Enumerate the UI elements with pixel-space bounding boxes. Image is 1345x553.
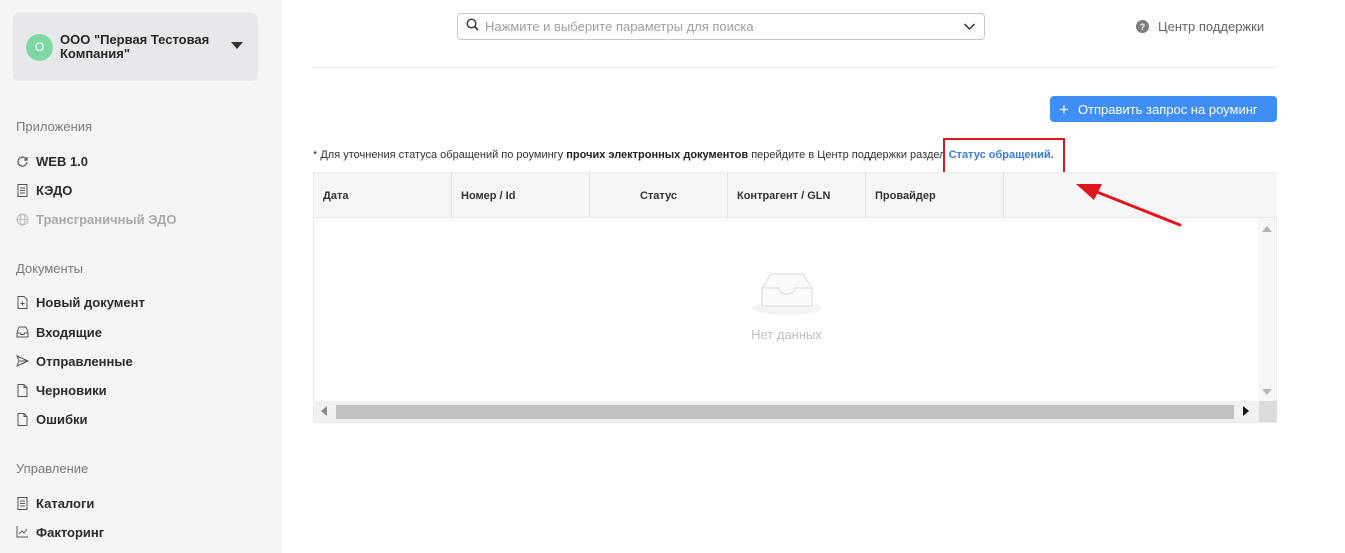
vertical-scrollbar[interactable] [1258, 218, 1276, 403]
section-title-apps: Приложения [16, 119, 93, 134]
caret-down-icon [231, 42, 243, 49]
empty-text: Нет данных [751, 327, 822, 342]
sidebar-item-label: Трансграничный ЭДО [36, 211, 177, 227]
section-title-management: Управление [16, 461, 89, 476]
note-prefix: * Для уточнения статуса обращений по роу… [313, 149, 567, 161]
annotation-arrow-icon [1076, 184, 1182, 227]
sidebar-item-kedo[interactable]: КЭДО [16, 181, 72, 199]
scroll-right-icon[interactable] [1243, 406, 1249, 416]
sidebar-item-drafts[interactable]: Черновики [16, 381, 107, 399]
new-document-icon [16, 295, 29, 309]
send-roaming-request-button[interactable]: + Отправить запрос на роуминг [1050, 96, 1277, 122]
document-list-icon [16, 183, 29, 197]
error-document-icon [16, 412, 29, 426]
sidebar: О ООО "Первая Тестовая Компания" Приложе… [0, 0, 282, 553]
sidebar-item-label: Ошибки [36, 411, 88, 427]
sidebar-item-label: Факторинг [36, 524, 105, 540]
sidebar-item-label: Черновики [36, 382, 107, 398]
help-icon: ? [1136, 20, 1149, 33]
sidebar-item-new-document[interactable]: Новый документ [16, 293, 145, 311]
sidebar-item-factoring[interactable]: Факторинг [16, 523, 104, 541]
scroll-down-icon[interactable] [1262, 389, 1272, 395]
sidebar-item-catalogs[interactable]: Каталоги [16, 494, 94, 512]
plus-icon: + [1059, 99, 1069, 119]
empty-box-icon [751, 273, 823, 320]
sidebar-item-errors[interactable]: Ошибки [16, 410, 87, 428]
org-name: ООО "Первая Тестовая Компания" [60, 32, 210, 61]
chart-icon [16, 525, 29, 539]
search-icon [466, 17, 479, 36]
horizontal-scrollbar[interactable] [314, 401, 1277, 422]
note-middle: перейдите в Центр поддержки раздел [748, 149, 949, 161]
sidebar-item-crossborder[interactable]: Трансграничный ЭДО [16, 210, 177, 228]
sidebar-item-label: WEB 1.0 [36, 153, 89, 169]
column-header-counterparty[interactable]: Контрагент / GLN [728, 173, 866, 218]
column-header-date[interactable]: Дата [314, 173, 452, 218]
highlight-box [943, 138, 1065, 175]
search-input[interactable] [485, 19, 955, 34]
scrollbar-thumb[interactable] [336, 405, 1234, 419]
inbox-icon [16, 325, 29, 339]
column-header-provider[interactable]: Провайдер [866, 173, 1004, 218]
sidebar-item-sent[interactable]: Отправленные [16, 352, 133, 370]
section-title-documents: Документы [16, 261, 84, 276]
sidebar-item-label: КЭДО [36, 182, 73, 198]
organization-switcher[interactable]: О ООО "Первая Тестовая Компания" [13, 13, 258, 81]
scroll-up-icon[interactable] [1262, 226, 1272, 232]
sidebar-item-label: Входящие [36, 324, 102, 340]
org-avatar: О [26, 33, 53, 61]
search-box[interactable] [457, 13, 985, 40]
sidebar-item-label: Каталоги [36, 495, 95, 511]
send-icon [16, 354, 29, 368]
support-label: Центр поддержки [1158, 19, 1265, 34]
scrollbar-corner [1259, 401, 1277, 422]
column-header-status[interactable]: Статус [590, 173, 728, 218]
support-center-link[interactable]: ? Центр поддержки [1136, 19, 1264, 34]
note-bold: прочих электронных документов [566, 149, 749, 161]
globe-icon [16, 212, 29, 226]
refresh-icon [16, 154, 29, 168]
header-divider [313, 67, 1277, 68]
sidebar-item-label: Отправленные [36, 353, 133, 369]
sidebar-item-web[interactable]: WEB 1.0 [16, 152, 88, 170]
catalog-icon [16, 496, 29, 510]
empty-state: Нет данных [314, 268, 1259, 342]
draft-icon [16, 383, 29, 397]
button-label: Отправить запрос на роуминг [1077, 101, 1258, 117]
sidebar-item-inbox[interactable]: Входящие [16, 323, 102, 341]
column-header-number[interactable]: Номер / Id [452, 173, 590, 218]
chevron-down-icon[interactable] [963, 20, 976, 38]
sidebar-item-label: Новый документ [36, 294, 145, 310]
scroll-left-icon[interactable] [321, 406, 327, 416]
